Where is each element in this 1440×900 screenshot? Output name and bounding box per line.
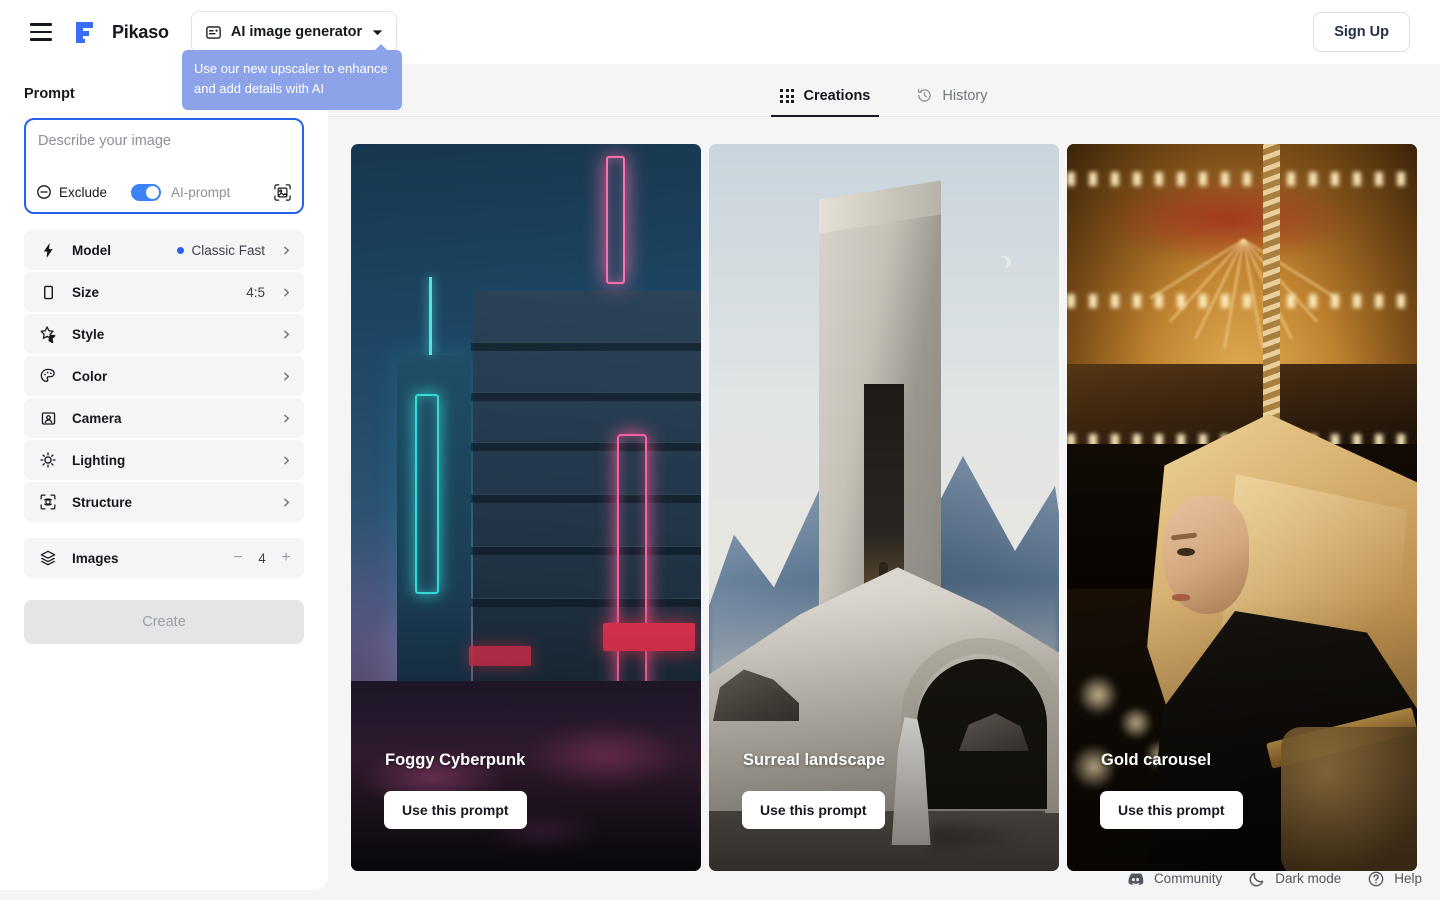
chevron-right-icon xyxy=(281,497,292,508)
color-value xyxy=(272,371,292,382)
sidebar-item-color[interactable]: Color xyxy=(24,356,304,396)
generation-options-list: Model Classic Fast Size 4:5 xyxy=(24,230,304,578)
sign-up-button[interactable]: Sign Up xyxy=(1313,12,1410,52)
palette-icon xyxy=(38,366,58,386)
images-label: Images xyxy=(72,551,119,566)
mode-select-label: AI image generator xyxy=(231,24,362,40)
chevron-right-icon xyxy=(281,455,292,466)
sidebar-item-label: Color xyxy=(72,369,107,384)
status-dot xyxy=(177,247,184,254)
chevron-right-icon xyxy=(281,287,292,298)
upscaler-tooltip: Use our new upscaler to enhance and add … xyxy=(182,50,402,110)
camera-value xyxy=(272,413,292,424)
chevron-right-icon xyxy=(281,245,292,256)
card-caption: Foggy Cyberpunk xyxy=(385,751,525,770)
sidebar-item-model[interactable]: Model Classic Fast xyxy=(24,230,304,270)
images-increment-button[interactable]: + xyxy=(280,550,292,566)
tooltip-tail xyxy=(374,44,388,51)
exclude-label: Exclude xyxy=(59,185,107,200)
ai-prompt-toggle[interactable] xyxy=(131,184,161,201)
layers-icon xyxy=(38,548,58,568)
sidebar-item-label: Style xyxy=(72,327,104,342)
create-button[interactable]: Create xyxy=(24,600,304,644)
sidebar-item-label: Lighting xyxy=(72,453,125,468)
toggle-knob xyxy=(146,186,159,199)
footer-bar: Community Dark mode Help xyxy=(1126,869,1422,888)
lightning-icon xyxy=(38,240,58,260)
images-count: 4 xyxy=(258,551,266,566)
chevron-down-icon xyxy=(371,26,384,39)
prompt-input[interactable] xyxy=(38,132,290,174)
prompt-box[interactable]: Exclude AI-prompt xyxy=(24,118,304,214)
structure-icon xyxy=(38,492,58,512)
tooltip-text: Use our new upscaler to enhance and add … xyxy=(194,61,388,96)
ai-prompt-label: AI-prompt xyxy=(171,185,230,200)
footer-community-label: Community xyxy=(1154,871,1222,886)
ai-generator-icon xyxy=(205,24,222,41)
prompt-tools: Exclude AI-prompt xyxy=(36,174,292,210)
tab-history[interactable]: History xyxy=(907,87,996,117)
card-caption: Surreal landscape xyxy=(743,751,885,770)
sidebar-item-label: Model xyxy=(72,243,111,258)
sidebar-item-label: Camera xyxy=(72,411,122,426)
creation-card[interactable]: Surreal landscape Use this prompt xyxy=(709,144,1059,871)
lighting-value xyxy=(272,455,292,466)
footer-dark-mode-label: Dark mode xyxy=(1275,871,1341,886)
size-value-text: 4:5 xyxy=(246,285,265,300)
style-value xyxy=(272,329,292,340)
sidebar-item-style[interactable]: Style xyxy=(24,314,304,354)
minus-circle-icon xyxy=(36,184,52,200)
moon-icon xyxy=(1248,870,1266,888)
sidebar-item-label: Structure xyxy=(72,495,132,510)
brand-name: Pikaso xyxy=(112,22,169,43)
footer-community-button[interactable]: Community xyxy=(1126,869,1222,888)
structure-value xyxy=(272,497,292,508)
pikaso-f-logo xyxy=(74,19,100,45)
tab-creations[interactable]: Creations xyxy=(771,88,879,117)
images-stepper: − 4 + xyxy=(232,550,292,566)
use-this-prompt-button[interactable]: Use this prompt xyxy=(742,791,885,829)
tab-creations-label: Creations xyxy=(803,88,870,104)
card-caption: Gold carousel xyxy=(1101,751,1211,770)
images-decrement-button[interactable]: − xyxy=(232,550,244,566)
star-icon xyxy=(38,324,58,344)
sidebar-item-label: Size xyxy=(72,285,99,300)
footer-help-label: Help xyxy=(1394,871,1422,886)
rectangle-portrait-icon xyxy=(38,282,58,302)
use-this-prompt-button[interactable]: Use this prompt xyxy=(1100,791,1243,829)
camera-portrait-icon xyxy=(38,408,58,428)
chevron-right-icon xyxy=(281,329,292,340)
help-circle-icon xyxy=(1367,870,1385,888)
history-clock-icon xyxy=(916,87,933,104)
sun-icon xyxy=(38,450,58,470)
model-value-text: Classic Fast xyxy=(191,243,265,258)
chevron-right-icon xyxy=(281,413,292,424)
sidebar-item-structure[interactable]: Structure xyxy=(24,482,304,522)
chevron-right-icon xyxy=(281,371,292,382)
creations-grid: Foggy Cyberpunk Use this prompt xyxy=(328,117,1440,871)
mode-select-dropdown[interactable]: AI image generator xyxy=(191,11,397,53)
tab-history-label: History xyxy=(942,88,987,104)
creation-card[interactable]: Gold carousel Use this prompt xyxy=(1067,144,1417,871)
image-reference-icon[interactable] xyxy=(273,183,292,202)
footer-dark-mode-toggle[interactable]: Dark mode xyxy=(1248,870,1341,888)
footer-help-button[interactable]: Help xyxy=(1367,870,1422,888)
model-value: Classic Fast xyxy=(177,243,292,258)
images-count-row[interactable]: Images − 4 + xyxy=(24,538,304,578)
left-sidebar: Prompt Exclude AI-prompt xyxy=(0,64,328,890)
grid-icon xyxy=(780,89,794,103)
content-tabs: Creations History xyxy=(328,64,1440,117)
creation-card[interactable]: Foggy Cyberpunk Use this prompt xyxy=(351,144,701,871)
use-this-prompt-button[interactable]: Use this prompt xyxy=(384,791,527,829)
exclude-button[interactable]: Exclude xyxy=(36,184,107,200)
main-content: Creations History xyxy=(328,64,1440,900)
hamburger-menu-icon[interactable] xyxy=(24,15,58,49)
sidebar-item-size[interactable]: Size 4:5 xyxy=(24,272,304,312)
size-value: 4:5 xyxy=(246,285,292,300)
sidebar-item-camera[interactable]: Camera xyxy=(24,398,304,438)
discord-icon xyxy=(1126,869,1145,888)
sidebar-item-lighting[interactable]: Lighting xyxy=(24,440,304,480)
